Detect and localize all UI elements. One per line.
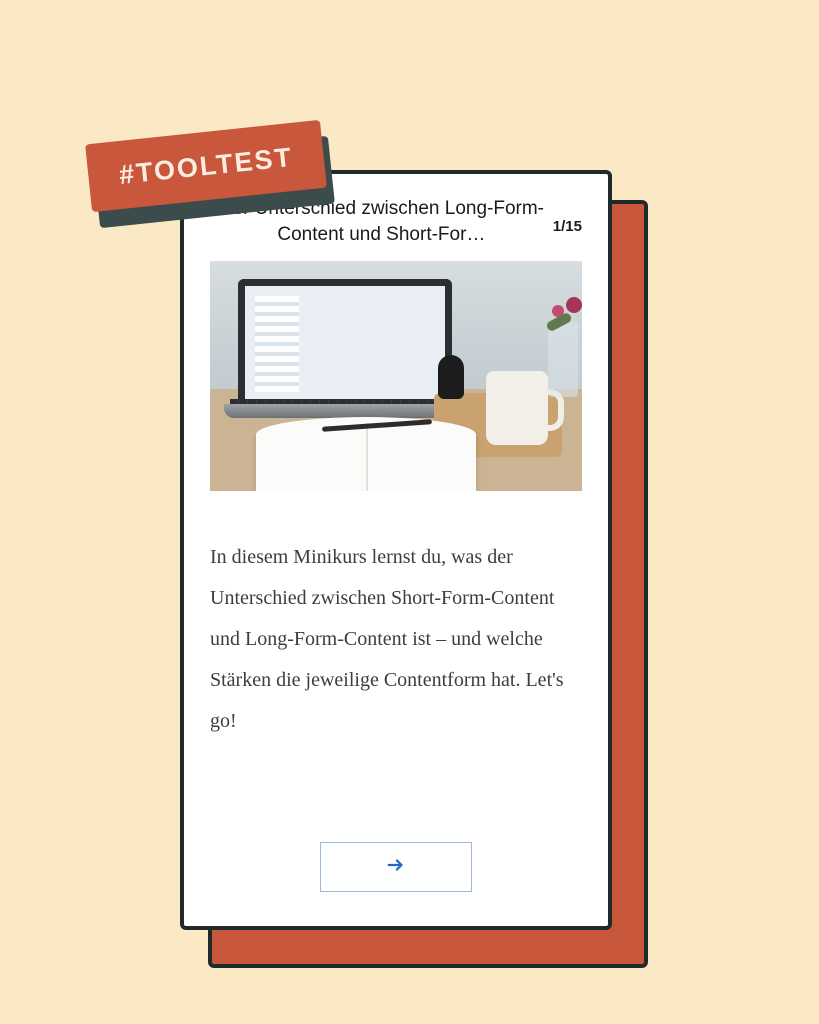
lesson-counter: 1/15 [553,196,582,235]
lesson-card: Der Unterschied zwischen Long-Form-Conte… [180,170,612,930]
lesson-hero-image [210,261,582,491]
arrow-right-icon [385,854,407,881]
tag-label: #TOOLTEST [118,141,295,190]
next-button[interactable] [320,842,472,892]
lesson-body: In diesem Minikurs lernst du, was der Un… [210,537,582,742]
